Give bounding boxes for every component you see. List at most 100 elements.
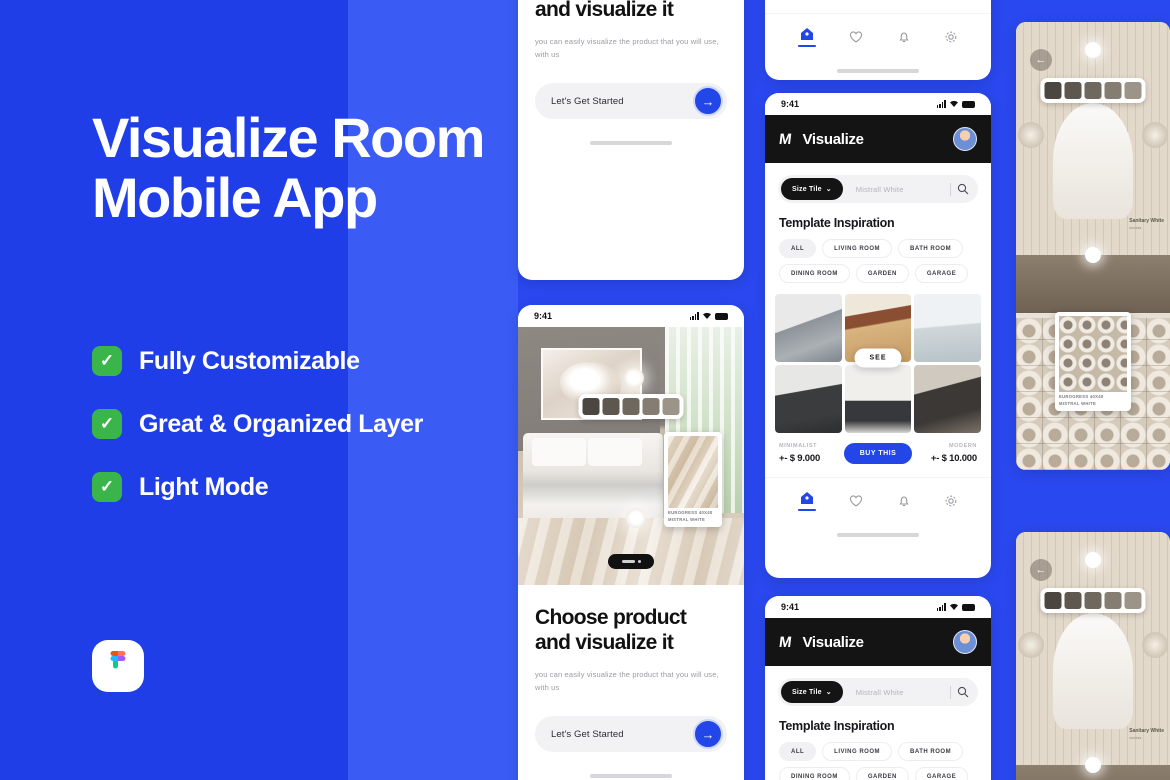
sanitary-line1: Sanitary White: [1129, 218, 1164, 224]
swatch-option[interactable]: [1084, 592, 1102, 609]
swatch-option[interactable]: [1064, 592, 1082, 609]
status-bar: 9:41: [765, 93, 991, 115]
app-home-screen-partial-bottom: 9:41 M Visualize Size Tile ⌄ Mistrall Wh…: [765, 596, 991, 780]
gear-icon: [945, 495, 957, 507]
left-product-tag: MINIMALIST: [779, 443, 818, 449]
nav-item-settings[interactable]: [944, 494, 958, 508]
get-started-button[interactable]: Let's Get Started →: [535, 716, 727, 752]
signal-bars-icon: [689, 312, 699, 320]
arrow-right-icon[interactable]: →: [693, 86, 723, 116]
chip-garage[interactable]: GARAGE: [914, 264, 969, 283]
pattern-card-line1: EUROGRESS 40X40: [1059, 394, 1104, 399]
swatch-option[interactable]: [602, 398, 620, 415]
nav-item-favorites[interactable]: [849, 494, 863, 508]
search-input[interactable]: Mistrall White: [843, 688, 950, 697]
signal-bars-icon: [936, 100, 946, 108]
tile-swatch-image: [668, 436, 718, 508]
buy-this-button[interactable]: BUY THIS: [843, 443, 913, 464]
bottom-navigation: [765, 477, 991, 511]
swatch-option[interactable]: [1084, 82, 1102, 99]
chip-all[interactable]: ALL: [779, 239, 817, 258]
arrow-right-icon[interactable]: →: [693, 719, 723, 749]
user-avatar[interactable]: [953, 127, 977, 151]
nav-item-home[interactable]: [797, 27, 816, 47]
search-bar[interactable]: Size Tile ⌄ Mistrall White: [778, 678, 978, 706]
template-card[interactable]: [775, 365, 842, 433]
bathroom-photo: ← Sanitary White wovess: [1016, 532, 1170, 780]
template-card[interactable]: [914, 365, 981, 433]
chip-garage[interactable]: GARAGE: [914, 767, 969, 780]
color-swatch-bar[interactable]: [1040, 588, 1146, 613]
status-icons: [936, 603, 975, 611]
template-grid: SEE: [765, 283, 991, 433]
bottom-navigation: [765, 13, 991, 47]
swatch-option[interactable]: [1044, 82, 1062, 99]
chip-bath-room[interactable]: BATH ROOM: [898, 239, 964, 258]
wifi-icon: [950, 603, 958, 610]
signal-bars-icon: [936, 603, 946, 611]
swatch-option[interactable]: [1104, 592, 1122, 609]
onboarding-title-line1: Choose product: [535, 606, 687, 629]
chip-dining-room[interactable]: DINING ROOM: [779, 767, 850, 780]
color-swatch-bar[interactable]: [578, 394, 684, 419]
chip-living-room[interactable]: LIVING ROOM: [822, 239, 893, 258]
swatch-option[interactable]: [1104, 82, 1122, 99]
home-indicator: [837, 69, 919, 73]
search-bar[interactable]: Size Tile ⌄ Mistrall White: [778, 175, 978, 203]
app-header: M Visualize: [765, 115, 991, 163]
template-card[interactable]: [914, 294, 981, 362]
user-avatar[interactable]: [953, 630, 977, 654]
chip-dining-room[interactable]: DINING ROOM: [779, 264, 850, 283]
app-header-left: M Visualize: [778, 633, 865, 651]
chip-garden[interactable]: GARDEN: [855, 767, 909, 780]
pattern-product-card[interactable]: EUROGRESS 40X40 MISTRAL WHITE: [1055, 312, 1131, 411]
nav-item-home[interactable]: [797, 491, 816, 511]
wash-basin: [1052, 102, 1134, 220]
chip-all[interactable]: ALL: [779, 742, 817, 761]
swatch-option[interactable]: [1064, 82, 1082, 99]
onboarding-screen: 9:41 EUROGRESS 40X40 MISTRAL WHITE Choos…: [518, 305, 744, 780]
see-button[interactable]: SEE: [854, 348, 902, 368]
chip-bath-room[interactable]: BATH ROOM: [898, 742, 964, 761]
swatch-option[interactable]: [642, 398, 660, 415]
home-indicator: [590, 774, 672, 778]
left-product: MINIMALIST +- $ 9.000: [779, 443, 841, 464]
swatch-option[interactable]: [582, 398, 600, 415]
tiled-floor: [518, 517, 744, 585]
nav-item-favorites[interactable]: [849, 30, 863, 44]
poster-canvas: Visualize Room Mobile App ✓ Fully Custom…: [0, 0, 1170, 780]
search-row: Size Tile ⌄ Mistrall White: [765, 666, 991, 706]
feature-label: Light Mode: [139, 472, 269, 501]
chip-garden[interactable]: GARDEN: [855, 264, 909, 283]
size-tile-dropdown[interactable]: Size Tile ⌄: [781, 178, 843, 200]
swatch-option[interactable]: [622, 398, 640, 415]
template-card[interactable]: [775, 294, 842, 362]
get-started-button[interactable]: Let's Get Started →: [535, 83, 727, 119]
swatch-option[interactable]: [1124, 592, 1142, 609]
swatch-option[interactable]: [1044, 592, 1062, 609]
light-fixture-icon: [1085, 757, 1101, 773]
nav-item-notifications[interactable]: [897, 494, 911, 508]
get-started-label: Let's Get Started: [551, 95, 624, 107]
search-icon[interactable]: [951, 183, 975, 195]
nav-item-settings[interactable]: [944, 30, 958, 44]
arrow-left-icon[interactable]: ←: [1030, 49, 1052, 71]
arrow-left-icon[interactable]: ←: [1030, 559, 1052, 581]
template-card[interactable]: [844, 365, 912, 433]
tile-product-card[interactable]: EUROGRESS 40X40 MISTRAL WHITE: [664, 432, 722, 527]
home-icon: [800, 28, 813, 40]
nav-item-notifications[interactable]: [897, 30, 911, 44]
chip-living-room[interactable]: LIVING ROOM: [822, 742, 893, 761]
feature-label: Fully Customizable: [139, 346, 360, 375]
color-swatch-bar[interactable]: [1040, 78, 1146, 103]
app-title: Visualize: [802, 633, 865, 651]
right-product-price: +- $ 10.000: [930, 453, 977, 464]
swatch-option[interactable]: [662, 398, 680, 415]
size-tile-dropdown[interactable]: Size Tile ⌄: [781, 681, 843, 703]
page-title: Visualize Room Mobile App: [92, 108, 512, 228]
search-input[interactable]: Mistrall White: [843, 185, 950, 194]
wifi-icon: [950, 100, 958, 107]
wall-sconce-icon: [1018, 122, 1044, 148]
search-icon[interactable]: [951, 686, 975, 698]
swatch-option[interactable]: [1124, 82, 1142, 99]
